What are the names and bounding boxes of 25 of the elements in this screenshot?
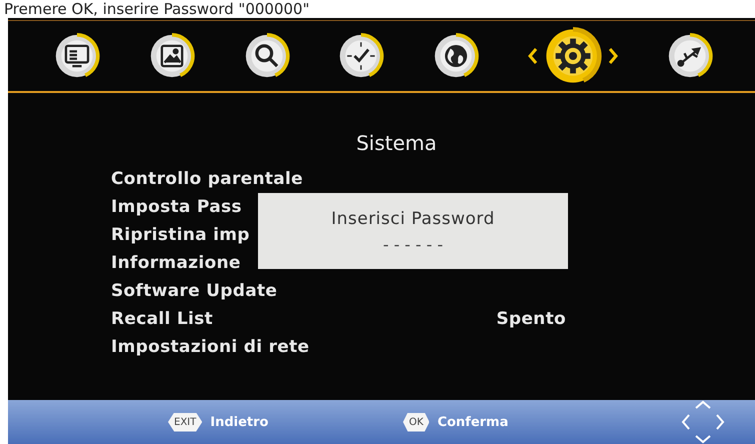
menu-item[interactable]: Impostazioni di rete [111,337,310,357]
menu-item[interactable]: Software Update [111,281,278,301]
menu-item[interactable]: Imposta Pass [111,197,242,217]
chevron-left-icon[interactable] [528,47,538,65]
clock-icon[interactable] [338,33,384,79]
chevron-right-icon[interactable] [608,47,618,65]
remote-key-badge: EXIT [168,412,202,432]
menu-item[interactable]: Controllo parentale [111,169,304,189]
menu-title: Sistema [355,131,438,155]
menu-item[interactable]: Recall List [111,309,213,329]
remote-key-badge: OK [403,412,430,432]
menu-item[interactable]: Informazione [111,253,241,273]
navigation-arrows-icon [681,400,725,444]
menu-item-value: Spento [496,309,566,329]
tv-icon[interactable] [54,33,100,79]
hint-label: Indietro [210,414,268,430]
globe-icon[interactable] [433,33,480,79]
settings-icon[interactable] [544,27,602,85]
search-icon[interactable] [244,33,290,79]
menu-item[interactable]: Ripristina imp [111,225,250,245]
caption-text: Premere OK, inserire Password "000000" [3,0,310,18]
password-field[interactable]: - - - - - - [382,234,444,254]
picture-icon[interactable] [149,33,196,79]
dialog-title: Inserisci Password [331,208,495,228]
hint-label: Conferma [437,414,508,430]
